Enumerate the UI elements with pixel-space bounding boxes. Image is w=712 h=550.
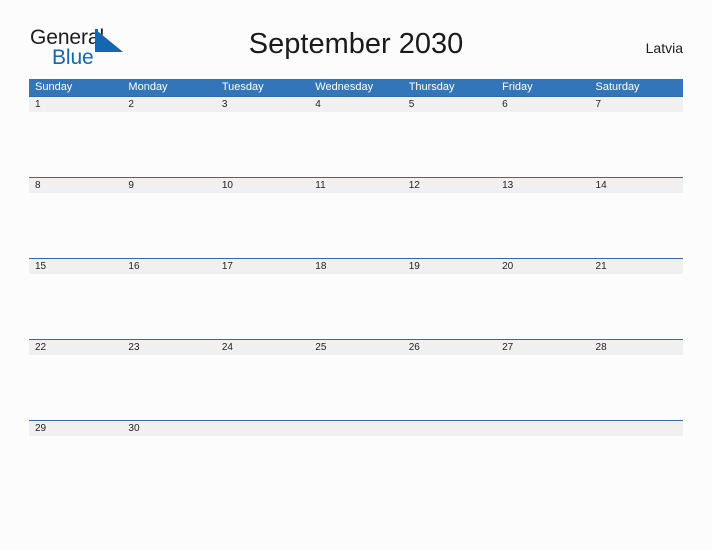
day-cell[interactable] bbox=[309, 112, 402, 177]
day-cell[interactable] bbox=[29, 112, 122, 177]
day-number-empty bbox=[309, 421, 402, 436]
day-number-empty bbox=[496, 421, 589, 436]
day-cell[interactable] bbox=[496, 355, 589, 420]
day-number[interactable]: 20 bbox=[496, 259, 589, 274]
day-cell[interactable] bbox=[29, 436, 122, 501]
day-cell[interactable] bbox=[122, 436, 215, 501]
day-cell-empty bbox=[216, 436, 309, 501]
week-row: 1 2 3 4 5 6 7 bbox=[29, 96, 683, 177]
weekday-header-sunday: Sunday bbox=[35, 81, 73, 93]
day-cell[interactable] bbox=[590, 193, 683, 258]
region-label: Latvia bbox=[645, 40, 683, 56]
day-number[interactable]: 16 bbox=[122, 259, 215, 274]
day-cell[interactable] bbox=[496, 112, 589, 177]
day-cell[interactable] bbox=[29, 355, 122, 420]
day-cell[interactable] bbox=[216, 274, 309, 339]
calendar-table: Sunday Monday Tuesday Wednesday Thursday… bbox=[29, 79, 683, 501]
day-cell[interactable] bbox=[29, 193, 122, 258]
week-event-area bbox=[29, 355, 683, 420]
day-number[interactable]: 3 bbox=[216, 97, 309, 112]
day-number[interactable]: 17 bbox=[216, 259, 309, 274]
day-cell[interactable] bbox=[309, 193, 402, 258]
day-number[interactable]: 30 bbox=[122, 421, 215, 436]
day-cell[interactable] bbox=[122, 355, 215, 420]
day-cell[interactable] bbox=[496, 274, 589, 339]
day-cell[interactable] bbox=[309, 355, 402, 420]
day-number[interactable]: 21 bbox=[590, 259, 683, 274]
week-daynumber-band: 1 2 3 4 5 6 7 bbox=[29, 97, 683, 112]
day-cell[interactable] bbox=[122, 193, 215, 258]
week-event-area bbox=[29, 193, 683, 258]
week-row: 8 9 10 11 12 13 14 bbox=[29, 177, 683, 258]
day-cell[interactable] bbox=[29, 274, 122, 339]
day-cell[interactable] bbox=[590, 274, 683, 339]
day-number[interactable]: 13 bbox=[496, 178, 589, 193]
page-header: General Blue September 2030 Latvia bbox=[0, 0, 712, 68]
day-cell[interactable] bbox=[403, 355, 496, 420]
day-number[interactable]: 28 bbox=[590, 340, 683, 355]
day-number[interactable]: 8 bbox=[29, 178, 122, 193]
day-number[interactable]: 12 bbox=[403, 178, 496, 193]
day-number[interactable]: 23 bbox=[122, 340, 215, 355]
week-row: 15 16 17 18 19 20 21 bbox=[29, 258, 683, 339]
day-number[interactable]: 5 bbox=[403, 97, 496, 112]
day-number[interactable]: 15 bbox=[29, 259, 122, 274]
day-number[interactable]: 25 bbox=[309, 340, 402, 355]
day-cell[interactable] bbox=[122, 274, 215, 339]
day-number[interactable]: 19 bbox=[403, 259, 496, 274]
week-event-area bbox=[29, 274, 683, 339]
weekday-header-wednesday: Wednesday bbox=[315, 81, 374, 93]
week-daynumber-band: 8 9 10 11 12 13 14 bbox=[29, 178, 683, 193]
day-number[interactable]: 10 bbox=[216, 178, 309, 193]
week-event-area bbox=[29, 112, 683, 177]
week-row: 22 23 24 25 26 27 28 bbox=[29, 339, 683, 420]
day-cell[interactable] bbox=[403, 193, 496, 258]
day-cell-empty bbox=[403, 436, 496, 501]
day-number[interactable]: 24 bbox=[216, 340, 309, 355]
day-cell[interactable] bbox=[403, 112, 496, 177]
day-number-empty bbox=[590, 421, 683, 436]
day-cell[interactable] bbox=[403, 274, 496, 339]
week-daynumber-band: 15 16 17 18 19 20 21 bbox=[29, 259, 683, 274]
day-number[interactable]: 22 bbox=[29, 340, 122, 355]
day-number[interactable]: 14 bbox=[590, 178, 683, 193]
day-cell[interactable] bbox=[590, 355, 683, 420]
week-daynumber-band: 22 23 24 25 26 27 28 bbox=[29, 340, 683, 355]
weekday-header-saturday: Saturday bbox=[595, 81, 640, 93]
calendar-page: General Blue September 2030 Latvia Sunda… bbox=[0, 0, 712, 550]
day-cell-empty bbox=[590, 436, 683, 501]
day-number[interactable]: 9 bbox=[122, 178, 215, 193]
day-number[interactable]: 29 bbox=[29, 421, 122, 436]
day-number[interactable]: 7 bbox=[590, 97, 683, 112]
weekday-header-friday: Friday bbox=[502, 81, 533, 93]
weekday-header-tuesday: Tuesday bbox=[221, 81, 264, 93]
day-number-empty bbox=[216, 421, 309, 436]
page-title: September 2030 bbox=[248, 28, 464, 60]
weekday-header-monday: Monday bbox=[128, 81, 168, 93]
week-row: 29 30 bbox=[29, 420, 683, 501]
day-cell[interactable] bbox=[216, 112, 309, 177]
weekday-header-row: Sunday Monday Tuesday Wednesday Thursday… bbox=[29, 79, 683, 96]
day-cell[interactable] bbox=[590, 112, 683, 177]
week-event-area bbox=[29, 436, 683, 501]
day-cell[interactable] bbox=[216, 193, 309, 258]
day-number[interactable]: 4 bbox=[309, 97, 402, 112]
day-number[interactable]: 27 bbox=[496, 340, 589, 355]
day-cell-empty bbox=[309, 436, 402, 501]
day-cell-empty bbox=[496, 436, 589, 501]
day-cell[interactable] bbox=[496, 193, 589, 258]
day-number[interactable]: 2 bbox=[122, 97, 215, 112]
day-number[interactable]: 11 bbox=[309, 178, 402, 193]
day-cell[interactable] bbox=[216, 355, 309, 420]
week-daynumber-band: 29 30 bbox=[29, 421, 683, 436]
day-number[interactable]: 26 bbox=[403, 340, 496, 355]
day-cell[interactable] bbox=[122, 112, 215, 177]
weekday-header-thursday: Thursday bbox=[408, 81, 455, 93]
day-number[interactable]: 6 bbox=[496, 97, 589, 112]
day-cell[interactable] bbox=[309, 274, 402, 339]
day-number[interactable]: 1 bbox=[29, 97, 122, 112]
day-number-empty bbox=[403, 421, 496, 436]
day-number[interactable]: 18 bbox=[309, 259, 402, 274]
